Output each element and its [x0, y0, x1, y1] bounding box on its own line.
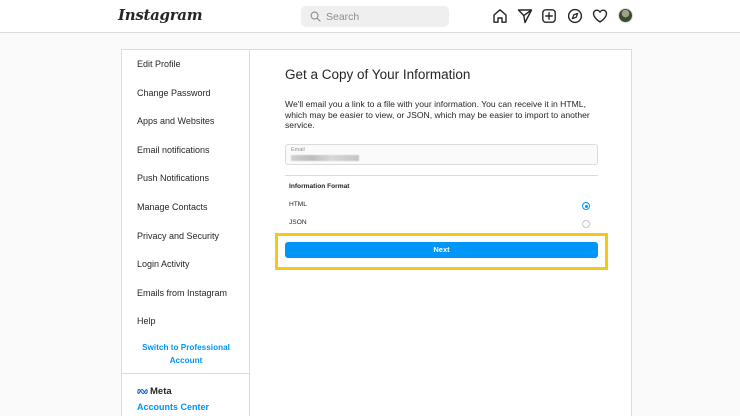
meta-infinity-icon — [137, 388, 148, 395]
switch-professional-link[interactable]: Switch to Professional Account — [122, 341, 250, 367]
page-description: We'll email you a link to a file with yo… — [285, 99, 590, 130]
switch-professional-line2: Account — [169, 356, 203, 365]
format-option-json-label: JSON — [289, 219, 307, 226]
sidebar-item-help[interactable]: Help — [137, 315, 156, 327]
search-icon — [310, 11, 321, 22]
information-format-heading: Information Format — [289, 183, 350, 190]
explore-icon[interactable] — [567, 8, 583, 24]
sidebar-divider — [122, 373, 250, 374]
sidebar-item-change-password[interactable]: Change Password — [137, 87, 211, 99]
sidebar-item-emails-from-instagram[interactable]: Emails from Instagram — [137, 287, 227, 299]
download-data-panel: Get a Copy of Your Information We'll ema… — [251, 50, 633, 416]
meta-logo-text: Meta — [150, 386, 172, 397]
sidebar-item-push-notifications[interactable]: Push Notifications — [137, 172, 209, 184]
sidebar-item-login-activity[interactable]: Login Activity — [137, 258, 190, 270]
home-icon[interactable] — [492, 8, 508, 24]
meta-logo: Meta — [137, 386, 172, 397]
format-radio-html[interactable] — [582, 202, 590, 210]
section-divider — [285, 175, 598, 176]
sidebar-item-privacy-security[interactable]: Privacy and Security — [137, 230, 219, 242]
settings-card: Edit Profile Change Password Apps and We… — [121, 49, 632, 416]
next-button[interactable]: Next — [285, 242, 598, 258]
page-title: Get a Copy of Your Information — [285, 67, 471, 82]
activity-heart-icon[interactable] — [592, 8, 608, 24]
top-nav: Instagram — [0, 0, 740, 33]
accounts-center-link[interactable]: Accounts Center — [137, 402, 209, 412]
email-field[interactable]: Email — [285, 144, 598, 165]
sidebar-item-email-notifications[interactable]: Email notifications — [137, 144, 210, 156]
direct-icon[interactable] — [517, 8, 533, 24]
search-input[interactable] — [326, 6, 444, 27]
sidebar-item-manage-contacts[interactable]: Manage Contacts — [137, 201, 208, 213]
sidebar-item-apps-websites[interactable]: Apps and Websites — [137, 115, 214, 127]
format-option-html-label: HTML — [289, 201, 307, 208]
switch-professional-line1: Switch to Professional — [142, 343, 230, 352]
sidebar-item-edit-profile[interactable]: Edit Profile — [137, 58, 181, 70]
search-bar[interactable] — [301, 6, 449, 27]
new-post-icon[interactable] — [541, 8, 557, 24]
settings-sidebar: Edit Profile Change Password Apps and We… — [122, 50, 250, 416]
instagram-logo[interactable]: Instagram — [118, 6, 203, 24]
format-radio-json[interactable] — [582, 220, 590, 228]
profile-avatar[interactable] — [618, 8, 633, 23]
